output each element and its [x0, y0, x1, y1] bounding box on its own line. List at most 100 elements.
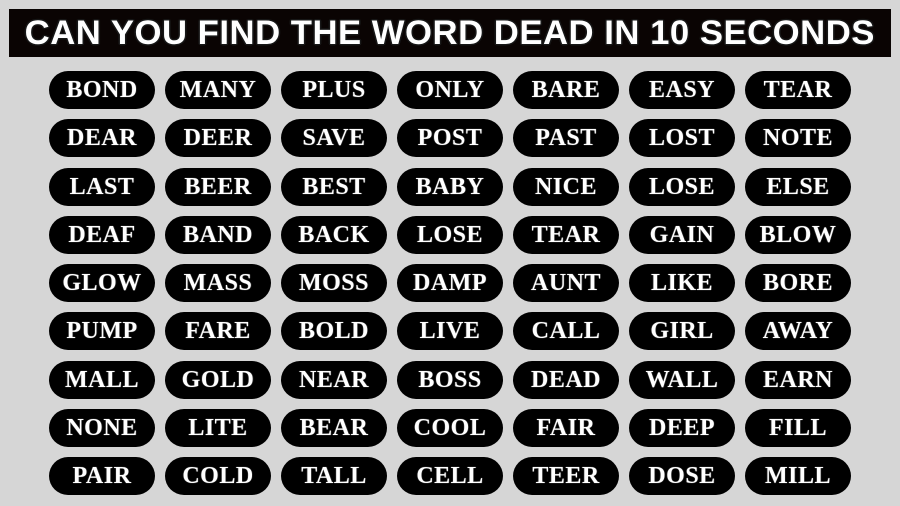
word-pill[interactable]: PUMP: [49, 312, 155, 351]
word-pill-label: NOTE: [762, 125, 833, 152]
word-pill-label: CELL: [416, 463, 484, 489]
word-pill-label: DEEP: [648, 414, 715, 441]
word-pill-label: DOSE: [648, 463, 716, 489]
word-pill[interactable]: MANY: [165, 71, 271, 109]
word-pill[interactable]: DOSE: [629, 457, 735, 495]
word-pill[interactable]: BORE: [745, 264, 851, 302]
word-pill[interactable]: SAVE: [281, 119, 387, 158]
word-pill[interactable]: BEAR: [281, 408, 387, 447]
word-pill-label: LITE: [188, 414, 248, 441]
word-pill[interactable]: AWAY: [745, 312, 851, 351]
word-pill[interactable]: NOTE: [745, 119, 851, 158]
word-pill[interactable]: MALL: [49, 360, 155, 399]
word-pill-label: MALL: [65, 366, 139, 393]
word-pill[interactable]: FARE: [165, 312, 271, 351]
word-pill[interactable]: BOLD: [281, 312, 387, 351]
word-pill-label: FAIR: [536, 414, 596, 441]
word-pill[interactable]: GLOW: [49, 264, 155, 302]
word-pill[interactable]: DEAF: [49, 215, 155, 254]
word-pill[interactable]: GIRL: [629, 312, 735, 351]
word-pill[interactable]: FILL: [745, 408, 851, 447]
word-pill[interactable]: AUNT: [513, 264, 619, 302]
word-pill[interactable]: BEER: [165, 167, 271, 206]
word-pill[interactable]: BOND: [49, 71, 155, 109]
word-pill[interactable]: GOLD: [165, 360, 271, 399]
word-pill[interactable]: GAIN: [629, 215, 735, 254]
word-pill-label: LIVE: [419, 318, 481, 345]
word-pill[interactable]: DEAD: [513, 360, 619, 399]
word-pill[interactable]: DEEP: [629, 408, 735, 447]
word-pill-label: BOLD: [298, 318, 369, 345]
word-pill[interactable]: COOL: [397, 408, 503, 447]
word-pill[interactable]: TALL: [281, 457, 387, 495]
word-pill-label: MILL: [764, 463, 831, 489]
word-pill[interactable]: BARE: [513, 71, 619, 109]
word-pill-label: PLUS: [302, 77, 366, 103]
word-pill[interactable]: PLUS: [281, 71, 387, 109]
word-pill[interactable]: TEAR: [745, 71, 851, 109]
word-pill[interactable]: EARN: [745, 360, 851, 399]
word-pill-label: SAVE: [302, 125, 366, 152]
word-pill-label: POST: [417, 125, 483, 152]
word-pill[interactable]: COLD: [165, 457, 271, 495]
word-pill[interactable]: NONE: [49, 408, 155, 447]
word-pill-label: BACK: [298, 221, 370, 248]
word-pill-label: FARE: [185, 318, 251, 345]
word-pill[interactable]: LOSE: [397, 215, 503, 254]
word-pill[interactable]: FAIR: [513, 408, 619, 447]
word-pill[interactable]: LIKE: [629, 264, 735, 302]
word-pill-label: BEST: [302, 173, 366, 200]
word-pill[interactable]: MILL: [745, 457, 851, 495]
word-pill[interactable]: LIVE: [397, 312, 503, 351]
word-pill[interactable]: CALL: [513, 312, 619, 351]
word-pill-label: BLOW: [759, 221, 837, 248]
word-pill[interactable]: DEER: [165, 119, 271, 158]
word-pill[interactable]: LITE: [165, 408, 271, 447]
word-pill-label: LAST: [69, 173, 135, 200]
word-pill[interactable]: ONLY: [397, 71, 503, 109]
word-pill-label: BAND: [182, 221, 253, 248]
word-pill[interactable]: PAST: [513, 119, 619, 158]
word-pill[interactable]: ELSE: [745, 167, 851, 206]
word-pill-label: TEAR: [763, 77, 833, 103]
word-pill[interactable]: BEST: [281, 167, 387, 206]
word-pill[interactable]: BOSS: [397, 360, 503, 399]
word-pill-label: BARE: [531, 77, 601, 103]
word-pill-label: MANY: [179, 77, 257, 103]
word-pill[interactable]: WALL: [629, 360, 735, 399]
word-pill-label: DEAR: [66, 125, 137, 152]
word-pill-label: NEAR: [298, 366, 369, 393]
word-pill[interactable]: PAIR: [49, 457, 155, 495]
word-pill-label: AUNT: [530, 270, 601, 296]
word-pill[interactable]: TEER: [513, 457, 619, 495]
word-pill[interactable]: MOSS: [281, 264, 387, 302]
word-pill[interactable]: BABY: [397, 167, 503, 206]
word-pill-label: LOSE: [648, 173, 716, 200]
word-search-puzzle: CAN YOU FIND THE WORD DEAD IN 10 SECONDS…: [0, 0, 900, 506]
word-pill-label: MOSS: [298, 270, 369, 296]
word-pill[interactable]: POST: [397, 119, 503, 158]
word-pill[interactable]: TEAR: [513, 215, 619, 254]
word-pill[interactable]: LOSE: [629, 167, 735, 206]
word-pill-label: TEER: [532, 463, 600, 489]
word-pill-label: WALL: [645, 366, 719, 393]
word-pill-label: BEAR: [299, 414, 369, 441]
word-pill[interactable]: CELL: [397, 457, 503, 495]
word-pill[interactable]: DEAR: [49, 119, 155, 158]
word-pill[interactable]: NEAR: [281, 360, 387, 399]
word-pill[interactable]: LOST: [629, 119, 735, 158]
word-pill[interactable]: MASS: [165, 264, 271, 302]
word-pill[interactable]: DAMP: [397, 264, 503, 302]
word-pill[interactable]: EASY: [629, 71, 735, 109]
word-pill-label: BEER: [184, 173, 252, 200]
word-pill-label: EARN: [762, 366, 833, 393]
word-pill[interactable]: NICE: [513, 167, 619, 206]
word-pill-label: GIRL: [650, 318, 714, 345]
word-pill-label: NICE: [534, 173, 597, 200]
word-pill-label: NONE: [66, 414, 138, 441]
word-pill[interactable]: BACK: [281, 215, 387, 254]
word-pill-label: DEAD: [530, 366, 601, 393]
word-pill[interactable]: BAND: [165, 215, 271, 254]
word-pill[interactable]: BLOW: [745, 215, 851, 254]
word-pill[interactable]: LAST: [49, 167, 155, 206]
